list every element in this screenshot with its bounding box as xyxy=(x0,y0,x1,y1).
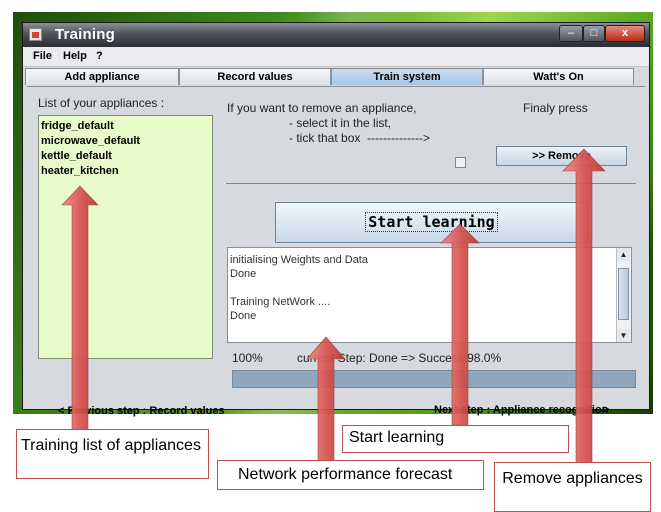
remove-instruction-line2: - select it in the list, xyxy=(289,116,392,130)
train-system-panel: List of your appliances : fridge_default… xyxy=(27,86,645,417)
annotation-remove-appliances: Remove appliances xyxy=(494,462,651,512)
java-app-icon xyxy=(29,28,42,41)
tab-add-appliance[interactable]: Add appliance xyxy=(25,68,179,85)
appliance-list[interactable]: fridge_default microwave_default kettle_… xyxy=(38,115,213,359)
tab-train-system[interactable]: Train system xyxy=(331,68,483,85)
log-scrollbar[interactable]: ▲ ▼ xyxy=(616,248,631,342)
window-title: Training xyxy=(55,26,115,43)
title-bar[interactable]: Training – □ x xyxy=(23,23,649,47)
list-item[interactable]: heater_kitchen xyxy=(39,164,212,179)
maximize-button[interactable]: □ xyxy=(583,25,605,42)
tab-strip: Add appliance Record values Train system… xyxy=(23,68,649,86)
training-status: current Step: Done => Success:98.0% xyxy=(297,351,502,365)
close-button[interactable]: x xyxy=(605,25,645,42)
remove-button[interactable]: >> Remove xyxy=(496,146,627,166)
minimize-button[interactable]: – xyxy=(559,25,583,42)
previous-step-link[interactable]: < Previous step : Record values xyxy=(58,405,225,417)
list-item[interactable]: fridge_default xyxy=(39,119,212,134)
log-line: Done xyxy=(230,310,257,322)
scroll-thumb[interactable] xyxy=(618,268,629,320)
annotation-training-list: Training list of appliances xyxy=(16,429,209,479)
start-learning-label: Start learning xyxy=(365,212,498,232)
training-log[interactable]: initialising Weights and Data Done Train… xyxy=(227,247,632,343)
remove-checkbox[interactable] xyxy=(455,157,466,168)
menu-bar: File Help ? xyxy=(23,47,649,67)
menu-question[interactable]: ? xyxy=(96,50,103,62)
tab-record-values[interactable]: Record values xyxy=(179,68,331,85)
remove-instruction-line3: - tick that box --------------> xyxy=(289,131,430,145)
scroll-down-icon[interactable]: ▼ xyxy=(617,329,630,342)
start-learning-button[interactable]: Start learning xyxy=(275,202,588,243)
appliance-list-label: List of your appliances : xyxy=(38,96,165,110)
log-line: Training NetWork .... xyxy=(230,296,331,308)
annotation-start-learning: Start learning xyxy=(342,425,569,453)
log-line: Done xyxy=(230,268,257,280)
progress-fill xyxy=(233,371,635,387)
list-item[interactable]: kettle_default xyxy=(39,149,212,164)
progress-percent: 100% xyxy=(232,351,263,365)
next-step-link[interactable]: Next step : Appliance recognition xyxy=(434,404,608,416)
separator xyxy=(226,183,636,184)
annotation-network-performance: Network performance forecast xyxy=(217,460,484,490)
tab-watts-on[interactable]: Watt's On xyxy=(483,68,634,85)
training-window: Training – □ x File Help ? Add appliance… xyxy=(22,22,650,417)
final-press-label: Finaly press xyxy=(523,101,588,115)
menu-file[interactable]: File xyxy=(33,50,52,62)
next-arrow[interactable]: > xyxy=(603,404,609,416)
list-item[interactable]: microwave_default xyxy=(39,134,212,149)
scroll-up-icon[interactable]: ▲ xyxy=(617,248,630,261)
menu-help[interactable]: Help xyxy=(63,50,87,62)
log-line: initialising Weights and Data xyxy=(230,254,368,266)
remove-instruction-line1: If you want to remove an appliance, xyxy=(227,101,417,115)
progress-bar xyxy=(232,370,636,388)
